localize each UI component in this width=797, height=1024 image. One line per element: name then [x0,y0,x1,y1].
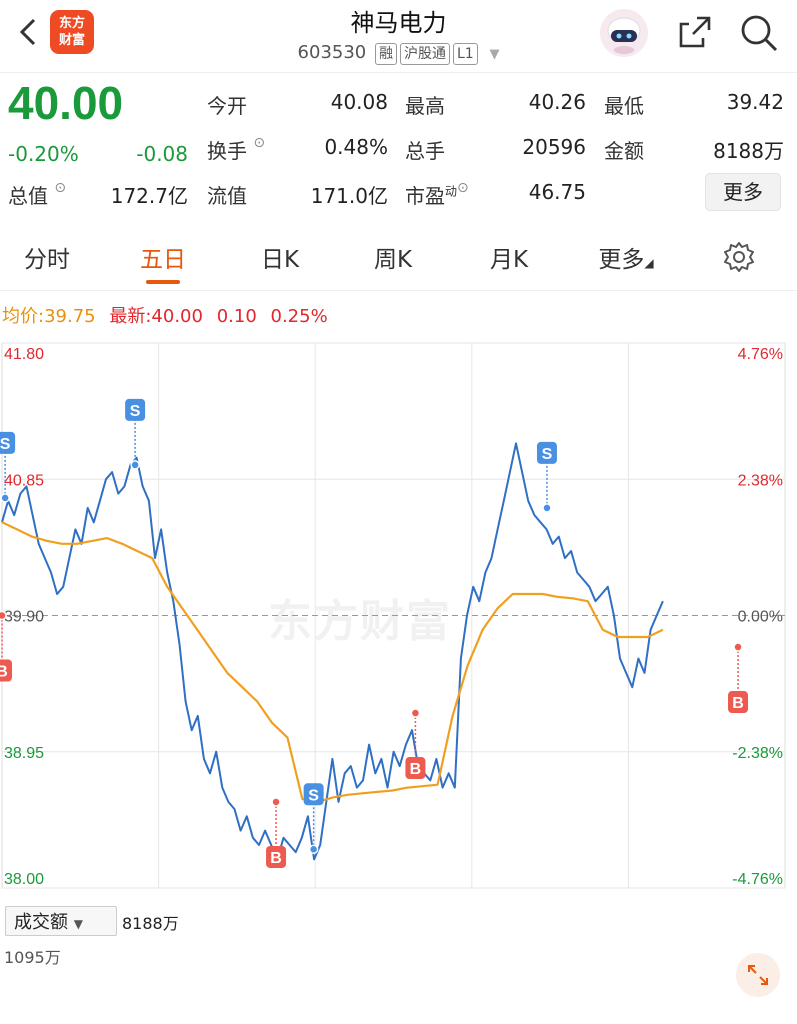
trade-point [733,642,743,652]
volume-value: 20596 [522,135,586,159]
y-tick-right: -2.38% [732,745,783,762]
market-cap-value: 172.7亿 [110,184,188,208]
buy-marker-label: B [270,850,282,867]
float-cap-label: 流值 [207,184,247,208]
settings-icon[interactable] [722,240,756,274]
current-price: 40.00 [8,77,124,129]
info-icon[interactable]: ⊙ [253,135,265,151]
y-tick-left: 40.85 [4,472,44,489]
turnover-label-text: 换手 [207,139,247,163]
y-tick-left: 39.90 [4,609,44,626]
chart-legend: 均价:39.75 最新:40.00 0.10 0.25% [2,302,328,328]
pe-value: 46.75 [528,180,586,204]
y-tick-left: 38.95 [4,745,44,762]
tag-margin: 融 [375,43,397,65]
sell-marker-label: S [130,403,141,420]
volume-axis-max: 1095万 [4,948,61,967]
tag-connect: 沪股通 [400,43,450,65]
volume-metric-text: 成交额 [14,912,68,933]
search-icon[interactable] [738,12,780,52]
avg-price-label: 均价: [2,306,45,327]
latest-label: 最新: [109,306,152,327]
sell-marker-label: S [308,787,319,804]
share-icon[interactable] [675,12,715,52]
pe-label: 市盈动⊙ [405,180,469,209]
tab-more[interactable]: 更多◢ [584,240,668,274]
high-label: 最高 [405,94,445,118]
trade-point [410,708,421,718]
trade-point [271,797,281,807]
volume-total: 8188万 [122,914,179,933]
change-amount: -0.08 [136,142,188,166]
trade-point [130,460,140,470]
trade-point [0,610,7,621]
five-day-price-chart[interactable]: 41.80 4.76% 40.85 2.38% 39.90 0.00% 38.95 -2.38… [0,338,797,900]
tab-more-label: 更多 [598,247,645,273]
turnover-label: 换手 ⊙ [207,135,265,164]
stock-code: 603530 [297,42,367,63]
trade-point [542,503,552,513]
info-icon[interactable]: ⊙ [457,180,469,196]
dropdown-triangle-icon[interactable]: ▼ [489,47,499,62]
assistant-robot-icon[interactable] [596,8,652,58]
sell-marker-label: S [0,436,11,453]
turnover-value: 0.48% [324,135,388,159]
y-tick-left: 41.80 [4,346,44,363]
market-cap-label: 总值 ⊙ [8,180,66,209]
pe-superscript: 动 [445,184,458,199]
buy-marker-label: B [410,761,422,778]
buy-marker-label: B [0,664,8,681]
tag-level: L1 [453,43,478,65]
open-value: 40.08 [330,90,388,114]
tab-daily-k[interactable]: 日K [243,240,317,274]
corner-triangle-icon: ◢ [644,256,654,270]
high-value: 40.26 [528,90,586,114]
tabs-divider [0,290,797,291]
tab-intraday[interactable]: 分时 [10,240,84,274]
low-label: 最低 [604,94,644,118]
tab-monthly-k[interactable]: 月K [472,240,546,274]
tab-five-day[interactable]: 五日 [126,240,200,274]
float-cap-value: 171.0亿 [310,184,388,208]
market-cap-label-text: 总值 [8,184,48,208]
avg-price-value: 39.75 [44,306,96,327]
y-tick-right: 4.76% [738,346,783,363]
amount-label: 金额 [604,139,644,163]
y-tick-right: -4.76% [732,871,783,888]
y-tick-right: 0.00% [738,609,783,626]
latest-value: 40.00 [151,306,203,327]
active-tab-indicator [146,280,180,284]
dropdown-triangle-icon: ▼ [73,917,83,931]
volume-metric-label: 成交额 ▼ [14,908,83,934]
trade-point [0,493,10,503]
pe-label-text: 市盈 [405,184,445,208]
low-value: 39.42 [726,90,784,114]
expand-icon[interactable] [736,953,780,997]
sell-marker-label: S [542,446,553,463]
info-icon[interactable]: ⊙ [54,180,66,196]
y-tick-left: 38.00 [4,871,44,888]
latest-change: 0.10 [216,306,257,327]
buy-marker-label: B [732,695,744,712]
latest-percent: 0.25% [270,306,328,327]
more-fields-button[interactable]: 更多 [705,173,781,211]
amount-value: 8188万 [713,139,784,163]
header-divider [0,72,797,73]
y-tick-right: 2.38% [738,472,783,489]
trade-point [308,844,319,855]
tab-weekly-k[interactable]: 周K [356,240,430,274]
change-percent: -0.20% [8,142,79,166]
open-label: 今开 [207,94,247,118]
volume-label: 总手 [405,139,445,163]
